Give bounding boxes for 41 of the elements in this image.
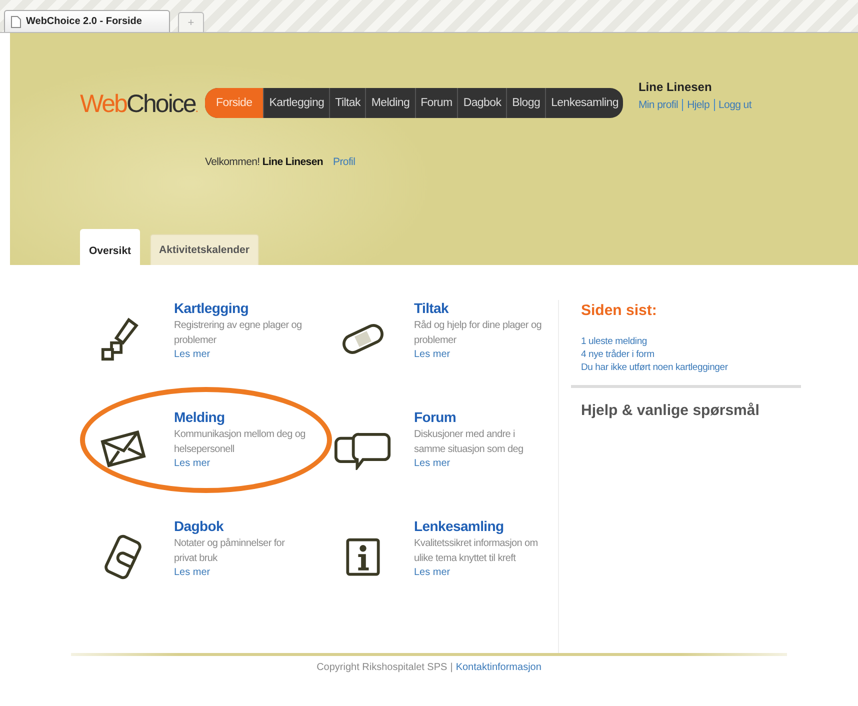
nav-tab[interactable]: Melding xyxy=(365,88,415,118)
read-more-link[interactable]: Les mer xyxy=(414,566,450,579)
read-more-link[interactable]: Les mer xyxy=(174,457,210,470)
user-name: Line Linesen xyxy=(638,80,713,94)
logo: WebChoice. xyxy=(80,90,198,119)
update-link[interactable]: 4 nye tråder i form xyxy=(581,348,801,361)
separator-text: | xyxy=(450,662,453,673)
update-link[interactable]: Du har ikke utført noen kartlegginger xyxy=(581,361,801,374)
module-title-link[interactable]: Melding xyxy=(174,409,225,425)
module-description: Diskusjoner med andre i samme situasjon som deg xyxy=(414,428,524,457)
module-description: Kommunikasjon mellom deg og helsepersonell xyxy=(174,428,306,457)
page-tab[interactable]: Aktivitetskalender xyxy=(150,234,258,265)
contact-link[interactable]: Kontaktinformasjon xyxy=(456,662,542,673)
module-title-link[interactable]: Tiltak xyxy=(414,300,449,316)
read-more-link[interactable]: Les mer xyxy=(414,348,450,361)
nav-tab[interactable]: Blogg xyxy=(506,88,546,118)
help-heading: Hjelp & vanlige spørsmål xyxy=(581,402,760,419)
module-title-link[interactable]: Forum xyxy=(414,409,456,425)
browser-tab[interactable]: WebChoice 2.0 - Forside xyxy=(4,10,170,32)
read-more-link[interactable]: Les mer xyxy=(414,457,450,470)
nav-tab[interactable]: Dagbok xyxy=(457,88,506,118)
since-last-heading: Siden sist: xyxy=(581,302,658,319)
module-title-link[interactable]: Dagbok xyxy=(174,518,224,534)
nav-tab[interactable]: Kartlegging xyxy=(263,88,330,118)
welcome-text: Velkommen! Line Linesen xyxy=(205,156,323,168)
module-title-link[interactable]: Kartlegging xyxy=(174,300,248,316)
module-description: Kvalitetssikret informasjon om ulike tema knyttet til kreft xyxy=(414,537,539,566)
module-description: Råd og hjelp for dine plager og problemer xyxy=(414,319,542,348)
nav-tab[interactable]: Lenkesamling xyxy=(545,88,624,118)
copyright-text: Copyright Rikshospitalet SPS xyxy=(316,662,448,673)
page-icon xyxy=(11,16,21,28)
module-title-link[interactable]: Lenkesamling xyxy=(414,518,504,534)
read-more-link[interactable]: Les mer xyxy=(174,348,210,361)
module-description: Notater og påminnelser for privat bruk xyxy=(174,537,286,566)
browser-tab-title: WebChoice 2.0 - Forside xyxy=(26,16,142,27)
read-more-link[interactable]: Les mer xyxy=(174,566,210,579)
page-tab[interactable]: Oversikt xyxy=(80,229,140,265)
module-description: Registrering av egne plager og problemer xyxy=(174,319,303,348)
update-link[interactable]: 1 uleste melding xyxy=(581,335,801,348)
nav-tab[interactable]: Tiltak xyxy=(329,88,366,118)
nav-tab[interactable]: Forum xyxy=(414,88,458,118)
